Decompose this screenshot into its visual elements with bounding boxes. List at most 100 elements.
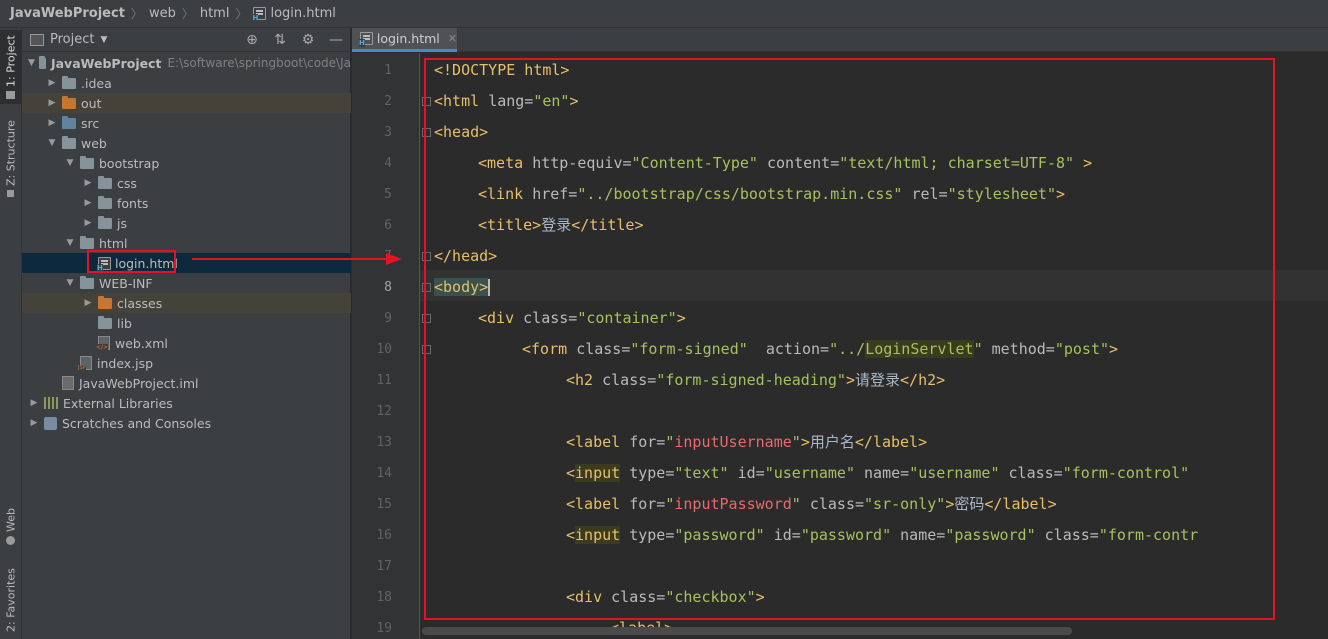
token: class= <box>999 464 1063 482</box>
tree-item[interactable]: login.html <box>22 253 351 273</box>
breadcrumb-html[interactable]: html <box>200 6 230 21</box>
tab-project[interactable]: 1: Project <box>0 30 22 104</box>
project-panel-header: Project ▼ ⊕ ⇅ ⚙ — <box>22 28 350 52</box>
tab-login-html[interactable]: login.html ✕ <box>352 28 457 52</box>
breadcrumb-project[interactable]: JavaWebProject <box>10 6 125 21</box>
tab-label: login.html <box>376 31 440 46</box>
token: LoginServlet <box>865 340 974 358</box>
horizontal-scrollbar[interactable] <box>422 627 1072 635</box>
chevron-right-icon[interactable]: ▶ <box>82 218 94 228</box>
chevron-right-icon[interactable]: ▶ <box>82 178 94 188</box>
token: class= <box>1035 526 1099 544</box>
tree-item-label: JavaWebProject.iml <box>79 375 199 391</box>
code-line: <label for="inputPassword" class="sr-onl… <box>566 489 1057 520</box>
collapse-icon[interactable]: ⇅ <box>272 32 288 48</box>
line-number: 11 <box>376 373 392 388</box>
chevron-down-icon[interactable]: ▼ <box>46 138 58 148</box>
tree-item[interactable]: ▶ External Libraries <box>22 393 351 413</box>
iml-file-icon <box>62 376 74 390</box>
tree-item[interactable]: ▼ web <box>22 133 351 153</box>
folder-icon <box>80 275 94 289</box>
breadcrumb-web[interactable]: web <box>149 6 176 21</box>
code-editor[interactable]: 1 2 3 4 5 6 7 8 9 10 11 12 13 14 15 16 17 18 19 <!DOCTYPE … <box>352 53 1328 639</box>
line-number: 4 <box>384 156 392 171</box>
breadcrumb-login-html[interactable]: login.html <box>252 6 336 22</box>
tab-project-label: 1: Project <box>4 35 18 87</box>
minimize-icon[interactable]: — <box>328 32 344 48</box>
project-view-selector[interactable]: Project <box>50 32 94 47</box>
fold-marker-icon[interactable] <box>422 283 431 292</box>
chevron-right-icon[interactable]: ▶ <box>28 398 40 408</box>
tab-web[interactable]: Web <box>0 504 22 550</box>
tree-item-label: index.jsp <box>97 355 154 371</box>
line-number: 13 <box>376 435 392 450</box>
fold-marker-icon[interactable] <box>422 128 431 137</box>
token: </title> <box>571 216 644 234</box>
html-file-icon <box>97 256 111 272</box>
tree-item[interactable]: ▶ Scratches and Consoles <box>22 413 351 433</box>
token: inputUsername <box>674 433 792 451</box>
token: "form-signed" <box>630 340 748 358</box>
close-icon[interactable]: ✕ <box>448 32 457 45</box>
tree-item[interactable]: lib <box>22 313 351 333</box>
chevron-down-icon[interactable]: ▼ <box>64 238 76 248</box>
token: "post" <box>1054 340 1110 358</box>
tree-item[interactable]: ▶ js <box>22 213 351 233</box>
token: "stylesheet" <box>947 185 1056 203</box>
tree-item[interactable]: ▶ fonts <box>22 193 351 213</box>
chevron-down-icon[interactable]: ▼ <box>100 35 107 45</box>
tab-web-label: Web <box>4 508 18 533</box>
chevron-right-icon[interactable]: ▶ <box>46 78 58 88</box>
tree-item[interactable]: index.jsp <box>22 353 351 373</box>
left-tool-strip: 1: Project Z: Structure Web 2: Favorites <box>0 28 22 639</box>
line-number: 12 <box>376 404 392 419</box>
tree-item[interactable]: ▶ css <box>22 173 351 193</box>
html-file-icon <box>359 32 373 47</box>
chevron-down-icon[interactable]: ▼ <box>64 278 76 288</box>
tree-item[interactable]: web.xml <box>22 333 351 353</box>
tree-item-label: WEB-INF <box>99 275 153 291</box>
fold-marker-icon[interactable] <box>422 252 431 261</box>
token: < <box>566 464 576 482</box>
tree-item[interactable]: ▶ out <box>22 93 351 113</box>
token: <label <box>566 495 630 513</box>
tree-item-label: .idea <box>81 75 112 91</box>
chevron-right-icon[interactable]: ▶ <box>28 418 40 428</box>
token: "form-contr <box>1098 526 1199 544</box>
token: "username" <box>764 464 855 482</box>
code-line: <label> <box>610 613 673 639</box>
line-number: 19 <box>376 621 392 636</box>
chevron-right-icon[interactable]: ▶ <box>46 118 58 128</box>
folder-icon <box>98 175 112 189</box>
tab-structure[interactable]: Z: Structure <box>0 118 22 200</box>
target-icon[interactable]: ⊕ <box>244 32 260 48</box>
token: > <box>1074 154 1093 172</box>
token: > <box>1055 185 1066 203</box>
tree-item[interactable]: ▼ JavaWebProject E:\software\springboot\co… <box>22 53 351 73</box>
tree-item[interactable]: ▼ html <box>22 233 351 253</box>
chevron-down-icon[interactable]: ▼ <box>64 158 76 168</box>
chevron-right-icon[interactable]: ▶ <box>46 98 58 108</box>
fold-marker-icon[interactable] <box>422 314 431 323</box>
code-line: <input type="password" id="password" nam… <box>566 520 1198 551</box>
token: </label> <box>854 433 928 451</box>
tree-item[interactable]: ▼ bootstrap <box>22 153 351 173</box>
tree-item-label: css <box>117 175 137 191</box>
line-number: 8 <box>384 280 392 295</box>
chevron-right-icon[interactable]: ▶ <box>82 298 94 308</box>
tree-item[interactable]: ▼ WEB-INF <box>22 273 351 293</box>
fold-marker-icon[interactable] <box>422 97 431 106</box>
chevron-down-icon[interactable]: ▼ <box>28 58 35 68</box>
tree-item-label: web.xml <box>115 335 168 351</box>
chevron-right-icon[interactable]: ▶ <box>82 198 94 208</box>
token: name= <box>855 464 910 482</box>
tab-favorites[interactable]: 2: Favorites <box>0 562 22 638</box>
tree-item[interactable]: ▶ classes <box>22 293 351 313</box>
tree-item[interactable]: ▶ src <box>22 113 351 133</box>
gear-icon[interactable]: ⚙ <box>300 32 316 48</box>
fold-marker-icon[interactable] <box>422 345 431 354</box>
token: <html <box>434 92 489 110</box>
tree-item[interactable]: JavaWebProject.iml <box>22 373 351 393</box>
token: > <box>1109 340 1119 358</box>
tree-item[interactable]: ▶ .idea <box>22 73 351 93</box>
